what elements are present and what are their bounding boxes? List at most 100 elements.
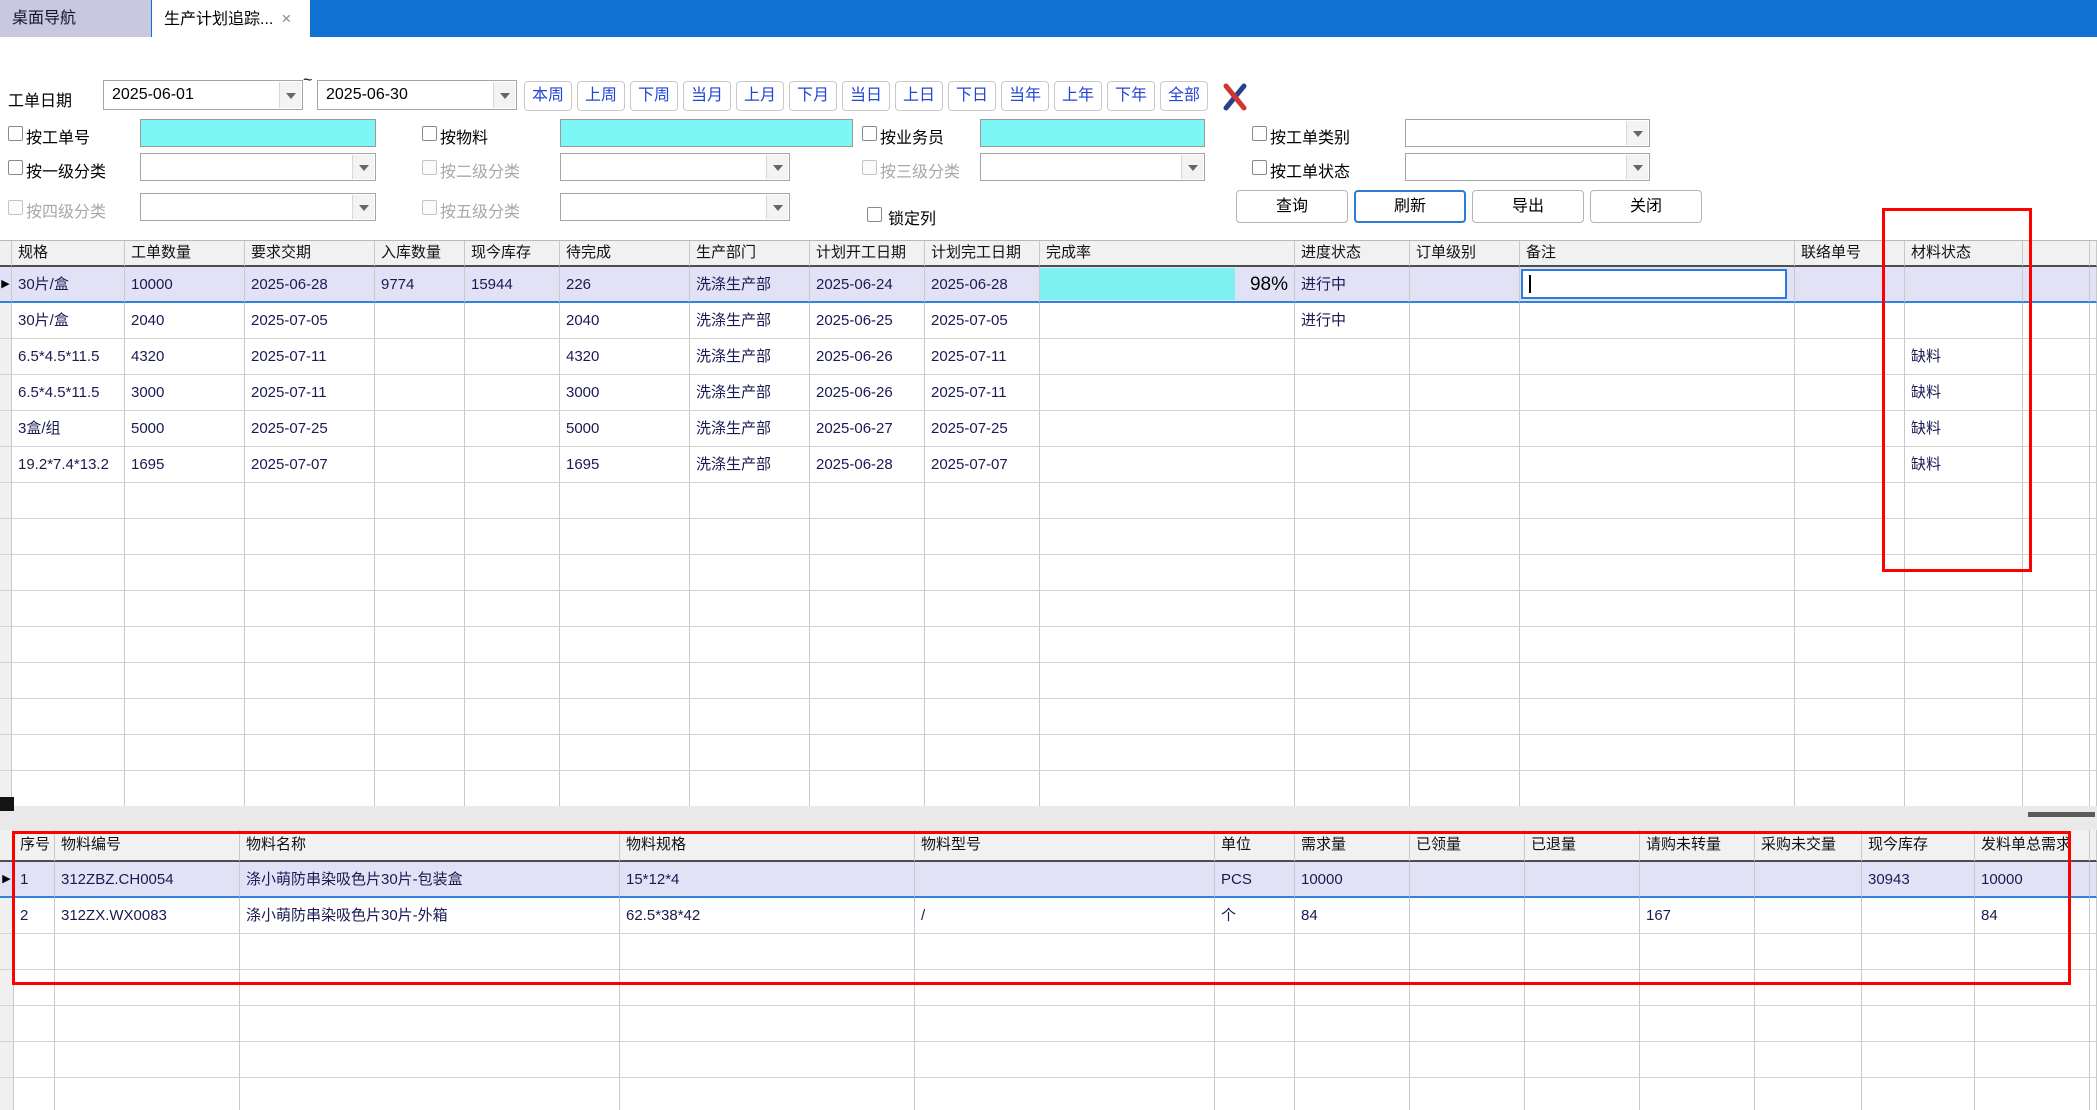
row-selector[interactable] (0, 339, 12, 375)
filter-checkbox-按业务员[interactable] (862, 126, 877, 141)
column-header-待完成[interactable]: 待完成 (560, 241, 690, 267)
column-header-物料型号[interactable]: 物料型号 (915, 830, 1215, 862)
splitter-handle[interactable] (0, 797, 14, 811)
cell[interactable]: 5000 (560, 411, 690, 447)
cell[interactable]: 3盒/组 (12, 411, 125, 447)
cell[interactable] (1040, 411, 1295, 447)
column-header-材料状态[interactable]: 材料状态 (1905, 241, 2023, 267)
cell[interactable]: 2025-06-28 (245, 267, 375, 303)
cell[interactable] (465, 339, 560, 375)
column-header-已退量[interactable]: 已退量 (1525, 830, 1640, 862)
cell[interactable]: 2040 (560, 303, 690, 339)
cell[interactable]: 3000 (125, 375, 245, 411)
cell[interactable] (1525, 898, 1640, 934)
cell[interactable] (1862, 898, 1975, 934)
row-selector[interactable] (0, 375, 12, 411)
column-header-采购未交量[interactable]: 采购未交量 (1755, 830, 1862, 862)
cell[interactable] (1410, 339, 1520, 375)
cell[interactable]: 2040 (125, 303, 245, 339)
cell[interactable]: 30片/盒 (12, 303, 125, 339)
cell[interactable]: 5000 (125, 411, 245, 447)
filter-select-按五级分类[interactable] (560, 193, 790, 221)
row-selector[interactable] (0, 447, 12, 483)
chevron-down-icon[interactable] (766, 195, 788, 219)
cell[interactable]: 30943 (1862, 862, 1975, 898)
quick-date-button-5[interactable]: 上月 (736, 81, 784, 111)
cell[interactable] (1040, 375, 1295, 411)
cell[interactable] (2090, 898, 2097, 934)
cell[interactable]: 2025-07-11 (245, 339, 375, 375)
cell[interactable] (1795, 375, 1905, 411)
filter-select-按一级分类[interactable] (140, 153, 376, 181)
column-header-进度状态[interactable]: 进度状态 (1295, 241, 1410, 267)
cell[interactable] (2090, 862, 2097, 898)
quick-date-button-10[interactable]: 当年 (1001, 81, 1049, 111)
cell[interactable]: 2025-07-07 (925, 447, 1040, 483)
filter-input-按工单号[interactable] (140, 119, 376, 147)
cell[interactable]: 2025-07-07 (245, 447, 375, 483)
cell[interactable]: 洗涤生产部 (690, 375, 810, 411)
cell[interactable]: 62.5*38*42 (620, 898, 915, 934)
quick-date-button-2[interactable]: 上周 (577, 81, 625, 111)
filter-checkbox-按物料[interactable] (422, 126, 437, 141)
cell[interactable]: 2025-06-25 (810, 303, 925, 339)
filter-select-按三级分类[interactable] (980, 153, 1205, 181)
cell[interactable]: 2025-07-11 (245, 375, 375, 411)
column-header-发料单总需求[interactable]: 发料单总需求 (1975, 830, 2090, 862)
cell[interactable] (1795, 339, 1905, 375)
cell[interactable]: 洗涤生产部 (690, 411, 810, 447)
cell[interactable] (1520, 447, 1795, 483)
cell[interactable] (1520, 267, 1795, 303)
cell[interactable]: 312ZX.WX0083 (55, 898, 240, 934)
filter-checkbox-按五级分类[interactable] (422, 200, 437, 215)
column-header-生产部门[interactable]: 生产部门 (690, 241, 810, 267)
filter-select-按四级分类[interactable] (140, 193, 376, 221)
cell[interactable]: 2025-07-25 (925, 411, 1040, 447)
cell[interactable] (2090, 411, 2097, 447)
column-header-序号[interactable]: 序号 (14, 830, 55, 862)
filter-checkbox-按二级分类[interactable] (422, 160, 437, 175)
cell[interactable] (2090, 303, 2097, 339)
cell[interactable] (1410, 267, 1520, 303)
cell[interactable] (1520, 339, 1795, 375)
cell[interactable]: 涤小萌防串染吸色片30片-包装盒 (240, 862, 620, 898)
cell[interactable]: 10000 (125, 267, 245, 303)
cell[interactable] (2023, 303, 2090, 339)
splitter[interactable] (0, 806, 2097, 830)
cell[interactable]: 98% (1040, 267, 1295, 303)
column-header-订单级别[interactable]: 订单级别 (1410, 241, 1520, 267)
cell[interactable] (1410, 411, 1520, 447)
cell[interactable]: 4320 (125, 339, 245, 375)
action-button-关闭[interactable]: 关闭 (1590, 190, 1702, 223)
cell[interactable] (1755, 862, 1862, 898)
cell[interactable]: 2 (14, 898, 55, 934)
cell[interactable] (2090, 339, 2097, 375)
cell[interactable] (2023, 411, 2090, 447)
row-selector[interactable] (0, 303, 12, 339)
cell[interactable]: 2025-07-25 (245, 411, 375, 447)
cell[interactable]: 3000 (560, 375, 690, 411)
cell[interactable] (465, 375, 560, 411)
cell[interactable] (1640, 862, 1755, 898)
cell[interactable]: 2025-06-28 (925, 267, 1040, 303)
cell[interactable]: 2025-06-28 (810, 447, 925, 483)
quick-date-button-13[interactable]: 全部 (1160, 81, 1208, 111)
column-header-要求交期[interactable]: 要求交期 (245, 241, 375, 267)
cell[interactable]: 个 (1215, 898, 1295, 934)
cell[interactable] (1795, 447, 1905, 483)
column-header-已领量[interactable]: 已领量 (1410, 830, 1525, 862)
column-header-完成率[interactable]: 完成率 (1040, 241, 1295, 267)
cell[interactable]: 6.5*4.5*11.5 (12, 339, 125, 375)
cell[interactable] (1755, 898, 1862, 934)
cell[interactable]: 进行中 (1295, 267, 1410, 303)
row-selector[interactable]: ▶ (0, 267, 12, 303)
filter-input-按物料[interactable] (560, 119, 853, 147)
cell[interactable] (465, 303, 560, 339)
chevron-down-icon[interactable] (352, 155, 374, 179)
quick-date-button-6[interactable]: 下月 (789, 81, 837, 111)
cell[interactable] (375, 303, 465, 339)
cell[interactable] (1295, 339, 1410, 375)
cell[interactable]: 缺料 (1905, 447, 2023, 483)
cell[interactable] (2090, 267, 2097, 303)
cell[interactable] (1295, 447, 1410, 483)
